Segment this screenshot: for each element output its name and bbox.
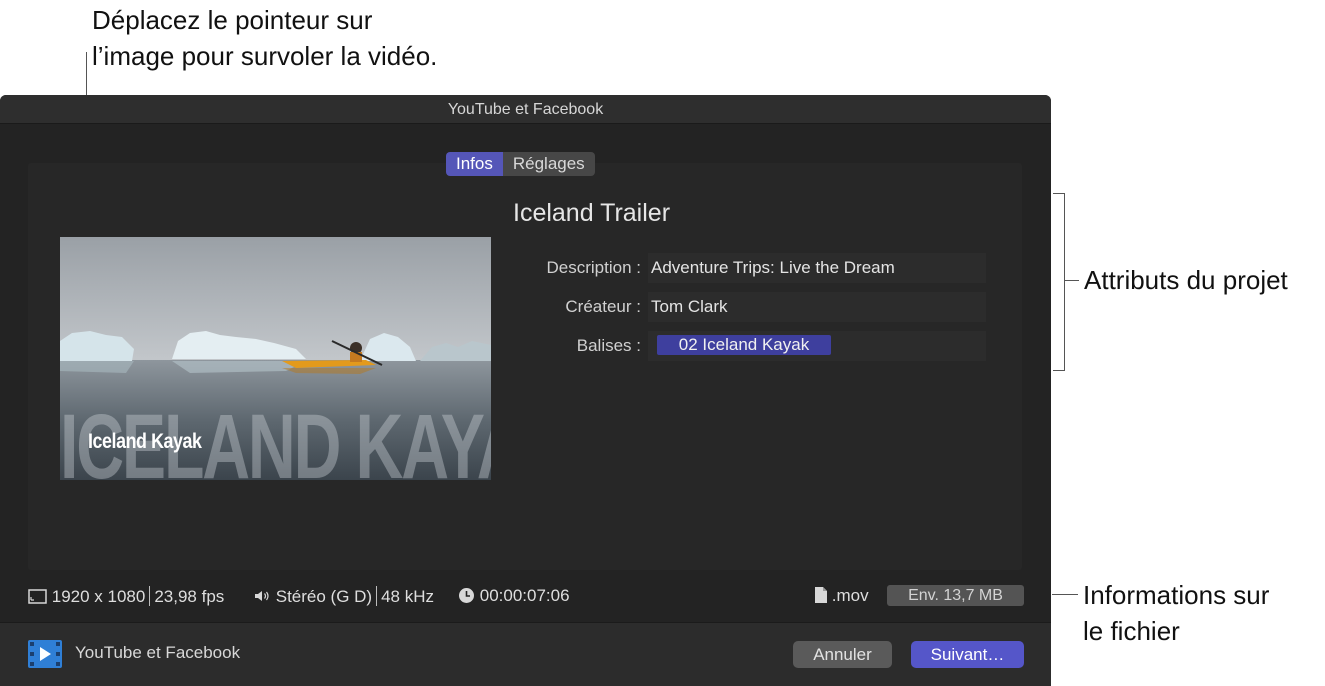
tags-label: Balises : (576, 336, 641, 355)
file-type-value: .mov (831, 586, 869, 605)
frame-size-icon (28, 589, 47, 604)
creator-row: Créateur : Tom Clark (513, 292, 986, 322)
audio-channels-value: Stéréo (G D) (275, 587, 373, 606)
speaker-icon (255, 591, 269, 601)
description-row: Description : Adventure Trips: Live the … (513, 253, 986, 283)
separator (149, 586, 151, 606)
project-attributes-callout: Attributs du projet (1084, 265, 1288, 295)
pointer-hint-callout: Déplacez le pointeur sur l’image pour su… (92, 5, 438, 71)
attributes-bracket-top (1053, 193, 1065, 194)
description-value: Adventure Trips: Live the Dream (651, 258, 895, 277)
tag-token[interactable]: 02 Iceland Kayak (657, 335, 831, 355)
resolution-value: 1920 x 1080 (51, 587, 146, 606)
next-button[interactable]: Suivant… (911, 641, 1024, 668)
destination-name: YouTube et Facebook (75, 643, 241, 662)
duration-value: 00:00:07:06 (479, 586, 570, 605)
sample-rate-value: 48 kHz (381, 587, 435, 606)
document-icon (815, 587, 827, 603)
share-dialog: YouTube et Facebook Infos Réglages ICELA… (0, 95, 1051, 686)
attributes-bracket-vertical (1064, 193, 1065, 371)
tags-field[interactable]: 02 Iceland Kayak (648, 331, 986, 361)
description-label: Description : (546, 258, 641, 277)
file-info-callout: Informations sur le fichier (1083, 580, 1270, 646)
video-preview[interactable]: ICELAND KAYAK Iceland Kayak (60, 237, 491, 480)
attributes-bracket-bottom (1053, 370, 1065, 371)
file-info-leader (1052, 594, 1078, 595)
cancel-button[interactable]: Annuler (793, 641, 892, 668)
window-title: YouTube et Facebook (0, 95, 1051, 124)
description-field[interactable]: Adventure Trips: Live the Dream (648, 253, 986, 283)
creator-field[interactable]: Tom Clark (648, 292, 986, 322)
file-info-bar: 1920 x 1080 23,98 fps Stéréo (G D) 48 kHz … (0, 582, 1051, 612)
resolution-group: 1920 x 1080 23,98 fps (28, 586, 224, 607)
creator-value: Tom Clark (651, 297, 728, 316)
duration-group: 00:00:07:06 (458, 586, 570, 606)
project-title: Iceland Trailer (513, 199, 671, 227)
preview-overlay-title: Iceland Kayak (88, 430, 202, 453)
tab-reglages[interactable]: Réglages (502, 152, 595, 176)
tags-row: Balises : 02 Iceland Kayak (513, 331, 986, 361)
attributes-bracket-leader (1064, 280, 1079, 281)
share-destination-icon (28, 640, 62, 668)
dialog-footer: YouTube et Facebook Annuler Suivant… (0, 622, 1051, 686)
file-size-badge: Env. 13,7 MB (887, 585, 1024, 606)
clock-icon (459, 588, 474, 603)
separator (376, 586, 378, 606)
tab-infos[interactable]: Infos (446, 152, 503, 176)
audio-group: Stéréo (G D) 48 kHz (254, 586, 434, 607)
creator-label: Créateur : (565, 297, 641, 316)
file-type-group: .mov (815, 586, 869, 606)
frame-rate-value: 23,98 fps (154, 587, 225, 606)
tab-segmented-control: Infos Réglages (446, 152, 595, 176)
